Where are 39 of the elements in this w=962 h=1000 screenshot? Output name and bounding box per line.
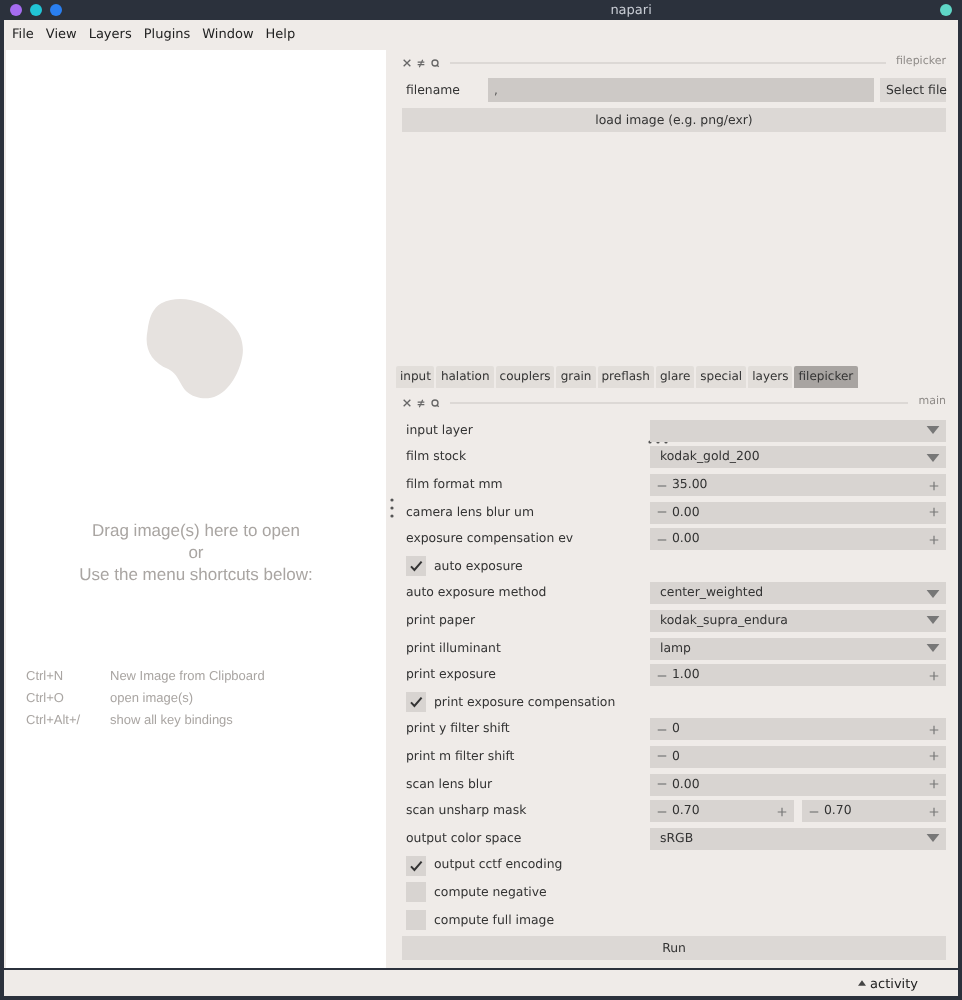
checkbox[interactable] bbox=[406, 692, 426, 713]
minus-icon[interactable] bbox=[656, 778, 668, 791]
caret-icon bbox=[926, 589, 940, 598]
close-icon[interactable] bbox=[402, 397, 412, 408]
caret-icon bbox=[926, 616, 940, 625]
close-icon[interactable] bbox=[402, 57, 412, 67]
plus-icon[interactable] bbox=[776, 805, 788, 818]
plus-icon[interactable] bbox=[928, 805, 940, 818]
caret-icon[interactable] bbox=[858, 980, 867, 986]
minus-icon[interactable] bbox=[656, 723, 668, 736]
minus-icon[interactable] bbox=[656, 506, 668, 519]
caret-icon bbox=[926, 426, 940, 435]
dropdown[interactable] bbox=[650, 419, 946, 442]
plus-icon[interactable] bbox=[928, 479, 940, 491]
minus-icon[interactable] bbox=[656, 750, 668, 763]
minus-icon[interactable] bbox=[808, 805, 820, 818]
plus-icon[interactable] bbox=[928, 669, 940, 682]
splitter-handle-icon[interactable] bbox=[390, 498, 394, 519]
checkbox[interactable] bbox=[406, 556, 426, 577]
logo-icon bbox=[144, 296, 248, 404]
window-control-icon[interactable] bbox=[939, 4, 952, 16]
minus-icon[interactable] bbox=[656, 669, 668, 682]
plus-icon[interactable] bbox=[928, 533, 940, 546]
caret-icon bbox=[926, 453, 940, 462]
drop-hint-text: Drag image(s) here to open bbox=[92, 520, 300, 542]
minus-icon[interactable] bbox=[656, 479, 668, 491]
drop-hint-text: or bbox=[188, 542, 204, 564]
plus-icon[interactable] bbox=[928, 750, 940, 763]
plus-icon[interactable] bbox=[928, 778, 940, 791]
float-icon[interactable] bbox=[430, 397, 440, 408]
minus-icon[interactable] bbox=[656, 533, 668, 546]
caret-icon bbox=[926, 644, 940, 653]
checkbox[interactable] bbox=[406, 855, 426, 876]
float-icon[interactable] bbox=[430, 57, 440, 67]
minus-icon[interactable] bbox=[656, 805, 668, 818]
drop-hint-text: Use the menu shortcuts below: bbox=[79, 564, 313, 586]
plus-icon[interactable] bbox=[928, 506, 940, 519]
plus-icon[interactable] bbox=[928, 723, 940, 736]
caret-icon bbox=[926, 834, 940, 843]
